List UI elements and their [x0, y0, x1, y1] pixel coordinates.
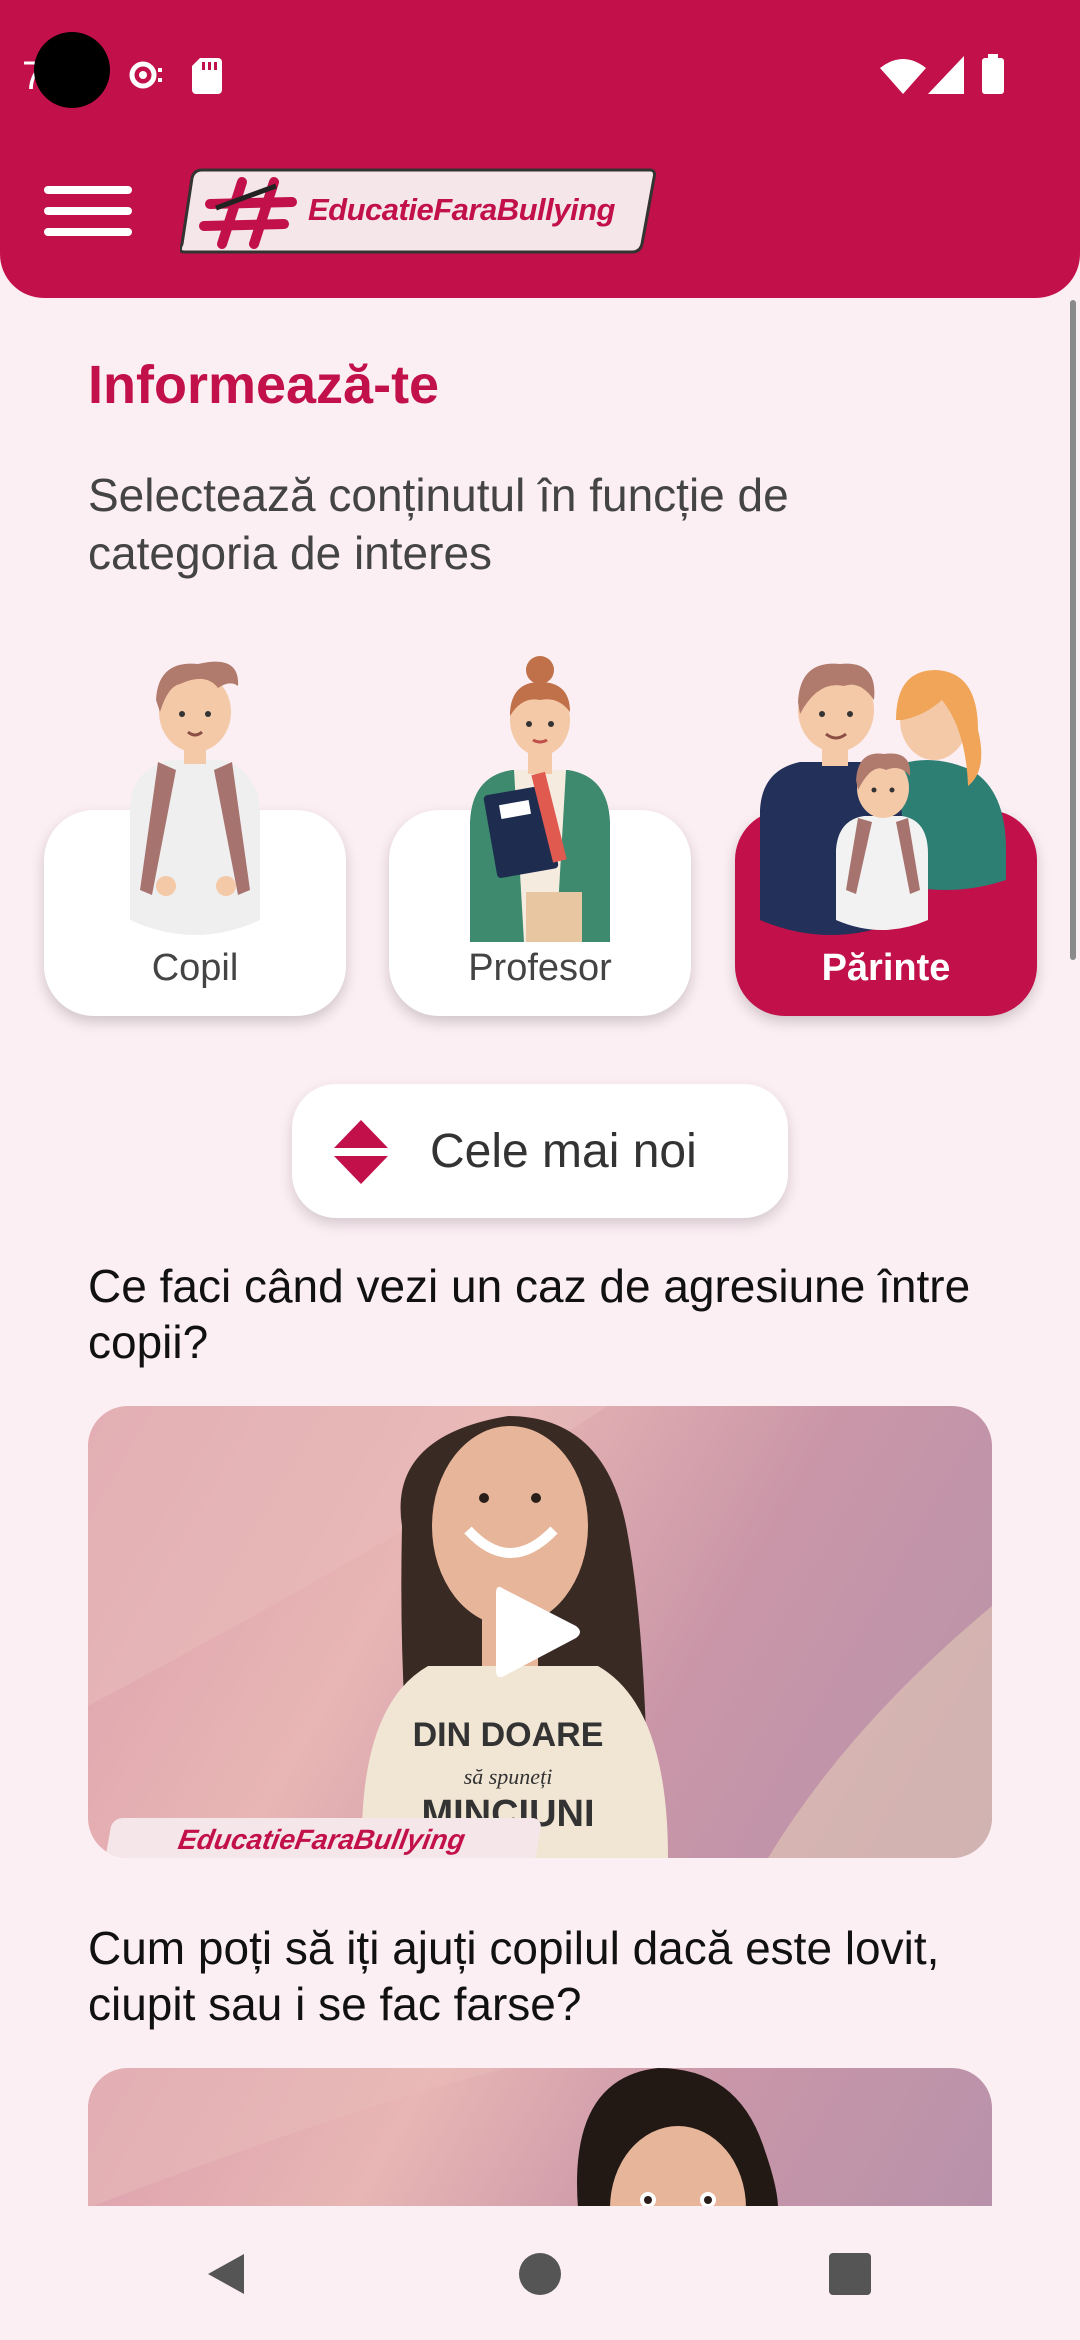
system-navigation-bar: [0, 2206, 1080, 2340]
page-title: Informează-te: [88, 355, 440, 415]
battery-icon: [982, 54, 1004, 94]
article-title[interactable]: Cum poți să iți ajuți copilul dacă este …: [88, 1920, 1008, 2032]
sync-icon: [129, 61, 162, 89]
home-button[interactable]: [460, 2206, 620, 2340]
category-label: Părinte: [821, 947, 951, 989]
video-logo-text: EducatieFaraBullying: [175, 1824, 468, 1855]
video-thumbnail[interactable]: DIN DOARE să spuneți MINCIUNI EducatieFa…: [88, 1406, 992, 1858]
category-label: Profesor: [468, 947, 612, 989]
sd-card-icon: [192, 58, 222, 94]
wifi-icon: [880, 59, 926, 94]
sort-button[interactable]: Cele mai noi: [292, 1084, 788, 1218]
app-screen: 7 EducatieFaraBullying Informează-te Sel…: [0, 0, 1080, 2340]
home-icon: [519, 2253, 561, 2295]
camera-cutout: [34, 32, 110, 108]
video-scene: [88, 2068, 778, 2208]
sort-label: Cele mai noi: [430, 1125, 697, 1178]
page-subtitle: Selectează conținutul în funcție de cate…: [88, 469, 789, 579]
play-icon[interactable]: [492, 1582, 582, 1682]
shirt-text-line-1: DIN DOARE: [413, 1716, 604, 1754]
status-bar: 7: [0, 0, 1080, 150]
back-icon: [208, 2254, 244, 2294]
category-selector: Copil Profesor Părinte: [0, 640, 1080, 1030]
menu-button[interactable]: [44, 186, 132, 236]
video-thumbnail[interactable]: [88, 2068, 992, 2208]
video-logo: EducatieFaraBullying: [103, 1818, 543, 1858]
app-logo: EducatieFaraBullying: [178, 168, 656, 254]
back-button[interactable]: [146, 2206, 306, 2340]
child-illustration-icon: [130, 661, 260, 935]
logo-text: EducatieFaraBullying: [308, 192, 615, 227]
shirt-text-line-2: să spuneți: [464, 1764, 553, 1789]
category-label: Copil: [151, 947, 239, 989]
parents-illustration-icon: [760, 663, 1006, 935]
teacher-illustration-icon: [470, 656, 610, 942]
cell-signal-icon: [928, 56, 964, 94]
recents-button[interactable]: [770, 2206, 930, 2340]
recents-icon: [829, 2253, 871, 2295]
article-title[interactable]: Ce faci când vezi un caz de agresiune în…: [88, 1258, 1008, 1370]
sort-icon: [334, 1120, 388, 1184]
app-header: 7 EducatieFaraBullying: [0, 0, 1080, 298]
